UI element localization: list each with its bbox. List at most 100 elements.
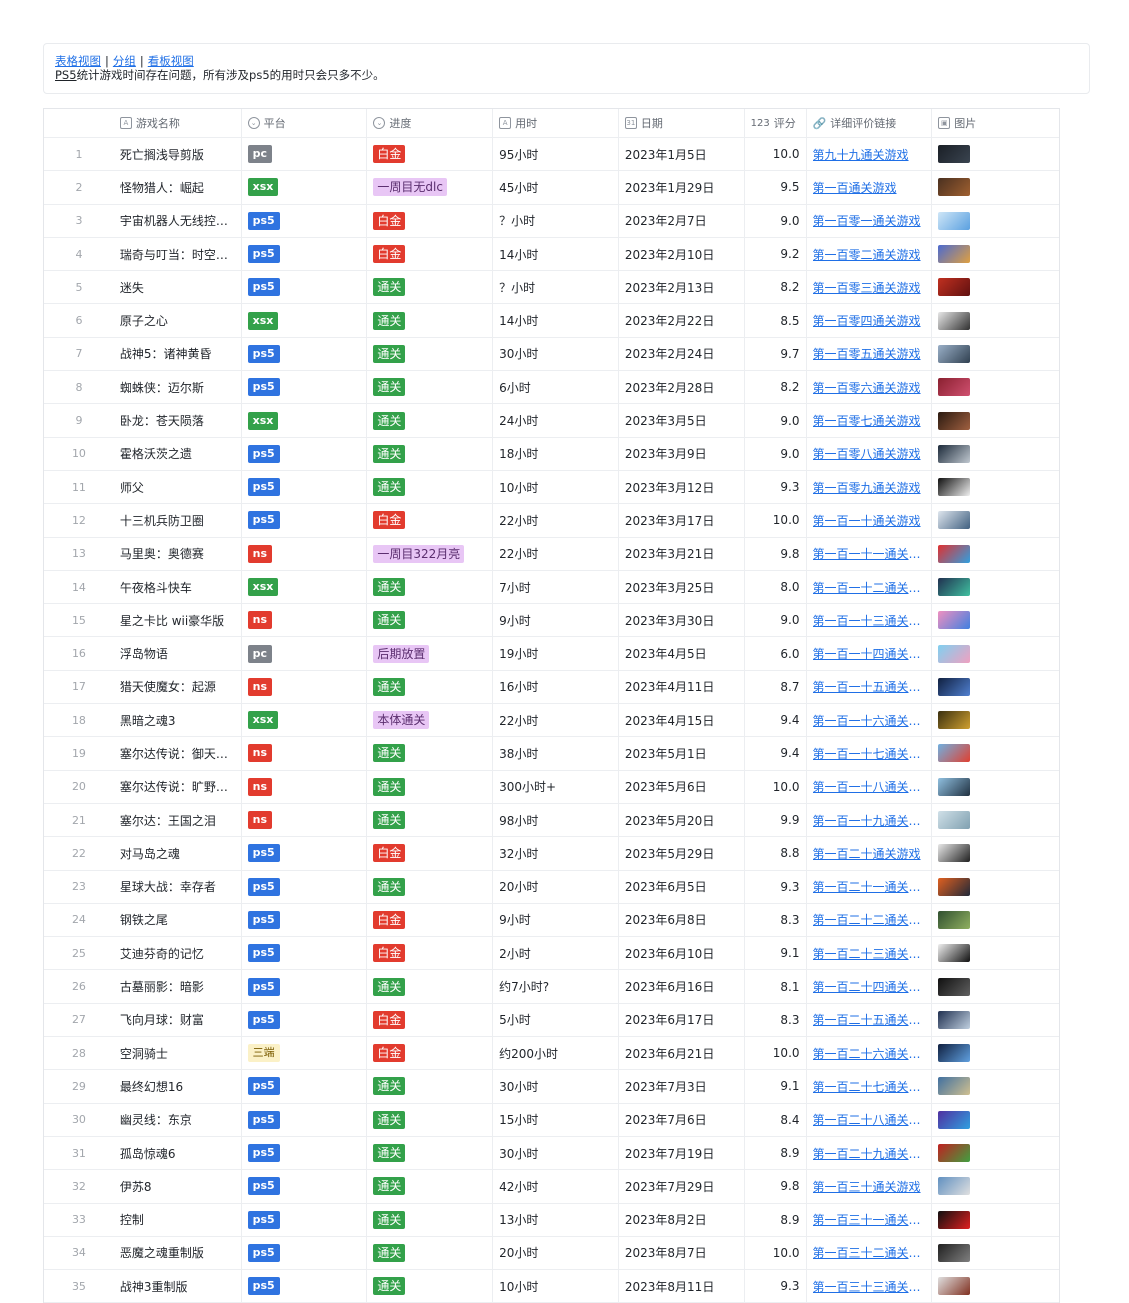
review-link-cell[interactable]: 第一百二十七通关游戏 [807, 1070, 933, 1103]
platform-cell[interactable]: ps5 [242, 1136, 368, 1170]
platform-cell[interactable]: ns [242, 737, 368, 770]
game-cover-thumbnail[interactable] [938, 711, 971, 730]
image-cell[interactable] [932, 404, 1059, 436]
table-row[interactable]: 6 原子之心 xsx 通关 14小时 2023年2月22日 8.5 第一百零四通… [44, 304, 1059, 338]
date-cell[interactable]: 2023年2月22日 [619, 304, 745, 337]
review-link[interactable]: 第一百零八通关游戏 [813, 445, 921, 462]
progress-cell[interactable]: 白金 [367, 504, 494, 537]
game-cover-thumbnail[interactable] [938, 977, 971, 996]
progress-cell[interactable]: 通关 [367, 770, 494, 803]
time-cell[interactable]: 300小时+ [493, 770, 619, 803]
time-cell[interactable]: 约200小时 [493, 1037, 619, 1070]
image-cell[interactable] [932, 637, 1059, 669]
image-cell[interactable] [932, 138, 1059, 170]
score-cell[interactable]: 9.4 [745, 737, 807, 770]
table-row[interactable]: 8 蜘蛛侠：迈尔斯 ps5 通关 6小时 2023年2月28日 8.2 第一百零… [44, 371, 1059, 405]
date-cell[interactable]: 2023年1月5日 [619, 138, 745, 171]
time-cell[interactable]: 95小时 [493, 138, 619, 171]
date-cell[interactable]: 2023年6月16日 [619, 970, 745, 1003]
header-platform[interactable]: ⌄ 平台 [242, 109, 368, 137]
date-cell[interactable]: 2023年3月17日 [619, 504, 745, 537]
table-row[interactable]: 34 恶魔之魂重制版 ps5 通关 20小时 2023年8月7日 10.0 第一… [44, 1236, 1059, 1271]
review-link[interactable]: 第一百三十二通关游戏 [813, 1244, 926, 1261]
review-link[interactable]: 第一百二十四通关游戏 [813, 978, 926, 995]
time-cell[interactable]: 5小时 [493, 1003, 619, 1037]
table-row[interactable]: 21 塞尔达：王国之泪 ns 通关 98小时 2023年5月20日 9.9 第一… [44, 803, 1059, 838]
review-link[interactable]: 第一百一十三通关游戏 [813, 612, 926, 629]
game-name[interactable]: 霍格沃茨之遗 [114, 437, 242, 470]
game-cover-thumbnail[interactable] [938, 311, 971, 330]
game-name[interactable]: 死亡搁浅导剪版 [114, 138, 242, 171]
review-link[interactable]: 第一百零七通关游戏 [813, 412, 921, 429]
score-cell[interactable]: 9.1 [745, 1070, 807, 1103]
review-link[interactable]: 第一百一十通关游戏 [813, 512, 921, 529]
table-row[interactable]: 29 最终幻想16 ps5 通关 30小时 2023年7月3日 9.1 第一百二… [44, 1070, 1059, 1104]
score-cell[interactable]: 8.0 [745, 570, 807, 604]
platform-cell[interactable]: xsx [242, 304, 368, 337]
review-link[interactable]: 第一百通关游戏 [813, 179, 897, 196]
image-cell[interactable] [932, 1204, 1059, 1236]
time-cell[interactable]: 45小时 [493, 171, 619, 204]
game-name[interactable]: 塞尔达传说：旷野之息 [114, 770, 242, 803]
review-link-cell[interactable]: 第一百二十四通关游戏 [807, 970, 933, 1003]
score-cell[interactable]: 8.4 [745, 1103, 807, 1136]
table-row[interactable]: 19 塞尔达传说：御天之剑 ns 通关 38小时 2023年5月1日 9.4 第… [44, 737, 1059, 771]
score-cell[interactable]: 9.7 [745, 337, 807, 371]
game-cover-thumbnail[interactable] [938, 544, 971, 563]
game-cover-thumbnail[interactable] [938, 145, 971, 164]
time-cell[interactable]: 20小时 [493, 1236, 619, 1270]
platform-cell[interactable]: ns [242, 670, 368, 704]
progress-cell[interactable]: 通关 [367, 1170, 494, 1203]
review-link-cell[interactable]: 第一百三十一通关游戏 [807, 1203, 933, 1236]
game-name[interactable]: 伊苏8 [114, 1170, 242, 1203]
game-name[interactable]: 卧龙：苍天陨落 [114, 404, 242, 437]
progress-cell[interactable]: 白金 [367, 837, 494, 870]
game-cover-thumbnail[interactable] [938, 211, 971, 230]
game-cover-thumbnail[interactable] [938, 444, 971, 463]
game-name[interactable]: 猎天使魔女：起源 [114, 670, 242, 704]
review-link[interactable]: 第九十九通关游戏 [813, 146, 909, 163]
progress-cell[interactable]: 通关 [367, 1203, 494, 1236]
game-name[interactable]: 午夜格斗快车 [114, 570, 242, 604]
table-row[interactable]: 20 塞尔达传说：旷野之息 ns 通关 300小时+ 2023年5月6日 10.… [44, 770, 1059, 804]
progress-cell[interactable]: 通关 [367, 803, 494, 837]
time-cell[interactable]: 13小时 [493, 1203, 619, 1236]
time-cell[interactable]: 32小时 [493, 837, 619, 870]
score-cell[interactable]: 8.3 [745, 1003, 807, 1037]
time-cell[interactable]: 42小时 [493, 1170, 619, 1203]
review-link-cell[interactable]: 第一百二十一通关游戏 [807, 870, 933, 903]
score-cell[interactable]: 9.1 [745, 937, 807, 970]
review-link[interactable]: 第一百一十九通关游戏 [813, 812, 926, 829]
review-link-cell[interactable]: 第一百一十一通关游戏 [807, 537, 933, 570]
review-link[interactable]: 第一百二十一通关游戏 [813, 878, 926, 895]
image-cell[interactable] [932, 304, 1059, 336]
image-cell[interactable] [932, 671, 1059, 703]
game-name[interactable]: 钢铁之尾 [114, 903, 242, 937]
review-link-cell[interactable]: 第一百一十五通关游戏 [807, 670, 933, 704]
review-link-cell[interactable]: 第一百三十二通关游戏 [807, 1236, 933, 1270]
image-cell[interactable] [932, 837, 1059, 869]
date-cell[interactable]: 2023年3月5日 [619, 404, 745, 437]
score-cell[interactable]: 9.2 [745, 237, 807, 271]
table-row[interactable]: 24 钢铁之尾 ps5 白金 9小时 2023年6月8日 8.3 第一百二十二通… [44, 903, 1059, 938]
date-cell[interactable]: 2023年3月21日 [619, 537, 745, 570]
score-cell[interactable]: 8.8 [745, 837, 807, 870]
date-cell[interactable]: 2023年6月8日 [619, 903, 745, 937]
image-cell[interactable] [932, 771, 1059, 803]
progress-cell[interactable]: 白金 [367, 1003, 494, 1037]
image-cell[interactable] [932, 970, 1059, 1002]
table-row[interactable]: 11 师父 ps5 通关 10小时 2023年3月12日 9.3 第一百零九通关… [44, 470, 1059, 505]
platform-cell[interactable]: xsx [242, 171, 368, 204]
time-cell[interactable]: 7小时 [493, 570, 619, 604]
date-cell[interactable]: 2023年4月15日 [619, 704, 745, 737]
date-cell[interactable]: 2023年4月5日 [619, 637, 745, 670]
score-cell[interactable]: 8.2 [745, 371, 807, 404]
progress-cell[interactable]: 通关 [367, 337, 494, 371]
time-cell[interactable]: 2小时 [493, 937, 619, 970]
game-cover-thumbnail[interactable] [938, 411, 971, 430]
view-link-table[interactable]: 表格视图 [55, 54, 101, 68]
time-cell[interactable]: 9小时 [493, 903, 619, 937]
progress-cell[interactable]: 通关 [367, 1070, 494, 1103]
game-name[interactable]: 黑暗之魂3 [114, 704, 242, 737]
date-cell[interactable]: 2023年6月21日 [619, 1037, 745, 1070]
